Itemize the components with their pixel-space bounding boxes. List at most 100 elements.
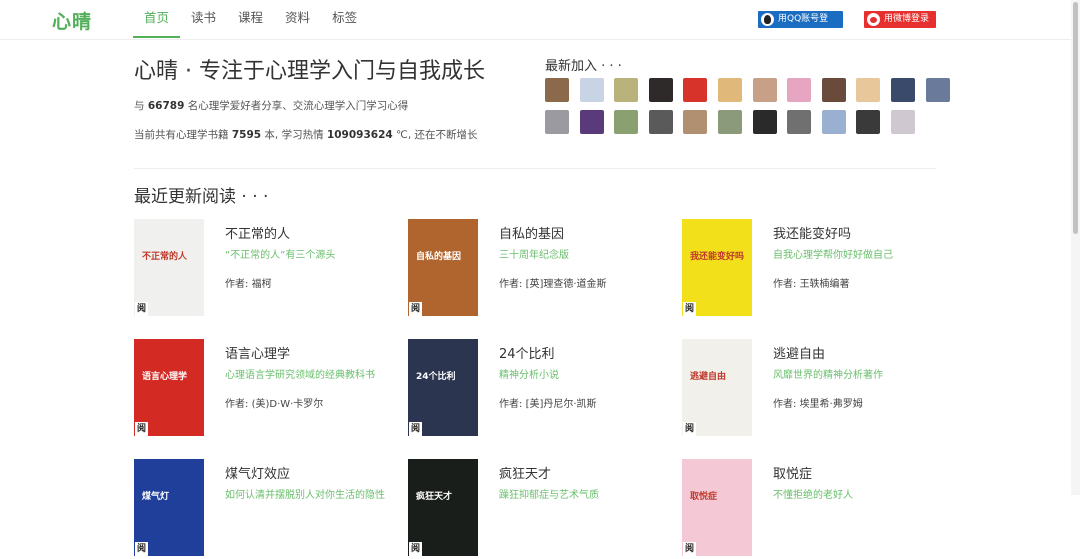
read-badge: 阅: [683, 422, 696, 436]
book-cover[interactable]: 煤气灯阅: [134, 459, 204, 556]
member-avatar[interactable]: [787, 110, 812, 134]
section-divider: [134, 168, 936, 169]
member-count: 66789: [147, 100, 185, 112]
member-avatar[interactable]: [648, 78, 673, 102]
cover-title: 语言心理学: [142, 372, 188, 382]
nav-item[interactable]: 读书: [180, 0, 227, 38]
site-logo[interactable]: 心晴: [52, 7, 92, 34]
book-author: 作者: [美]丹尼尔·凯斯: [499, 399, 597, 410]
book-subtitle: 如何认清并摆脱别人对你生活的隐性: [225, 490, 385, 501]
book-title[interactable]: 取悦症: [773, 463, 812, 482]
member-avatar[interactable]: [545, 78, 569, 102]
member-avatar[interactable]: [579, 110, 604, 134]
book-cover[interactable]: 语言心理学阅: [134, 339, 204, 436]
book-subtitle: 三十周年纪念版: [499, 250, 569, 261]
nav-item[interactable]: 资料: [274, 0, 321, 38]
read-badge: 阅: [409, 542, 422, 556]
book-stats: 当前共有心理学书籍 7595 本, 学习热情 109093624 ℃, 还在不断…: [134, 129, 478, 141]
nav-item[interactable]: 课程: [227, 0, 274, 38]
cover-title: 煤气灯: [142, 492, 170, 502]
member-avatar[interactable]: [648, 110, 673, 134]
book-card[interactable]: 24个比利阅 24个比利 精神分析小说 作者: [美]丹尼尔·凯斯: [408, 339, 668, 439]
member-avatar[interactable]: [787, 78, 812, 102]
book-subtitle: 不懂拒绝的老好人: [773, 490, 853, 501]
read-badge: 阅: [135, 422, 148, 436]
member-avatar[interactable]: [718, 110, 742, 134]
book-cover[interactable]: 逃避自由阅: [682, 339, 752, 436]
top-bar: 心晴 首页 读书 课程 资料 标签 用QQ账号登录 用微博登录: [0, 0, 1080, 41]
new-members-title: 最新加入 · · ·: [545, 59, 622, 74]
nav-item[interactable]: 标签: [321, 0, 368, 38]
main-nav: 首页 读书 课程 资料 标签: [133, 0, 368, 40]
book-subtitle: 躁狂抑郁症与艺术气质: [499, 490, 599, 501]
read-badge: 阅: [135, 302, 148, 316]
cover-title: 不正常的人: [142, 252, 188, 262]
book-cover[interactable]: 我还能变好吗阅: [682, 219, 752, 316]
book-card[interactable]: 自私的基因阅自私的基因 三十周年纪念版 作者: [英]理查德·道金斯: [408, 219, 668, 319]
nav-item[interactable]: 首页: [133, 0, 181, 38]
book-author: 作者: 福柯: [225, 279, 272, 290]
member-avatar[interactable]: [821, 78, 846, 102]
member-avatar[interactable]: [891, 110, 915, 134]
book-title[interactable]: 逃避自由: [773, 343, 825, 362]
book-subtitle: 心理语言学研究领域的经典教科书: [225, 370, 375, 381]
member-stats: 与 66789 名心理学爱好者分享、交流心理学入门学习心得: [134, 100, 409, 112]
cover-title: 疯狂天才: [416, 492, 453, 502]
read-badge: 阅: [683, 302, 696, 316]
member-avatar[interactable]: [821, 110, 846, 134]
book-card[interactable]: 不正常的人阅不正常的人 “不正常的人”有三个源头 作者: 福柯: [134, 219, 394, 319]
weibo-icon: [867, 13, 880, 26]
book-subtitle: 自我心理学帮你好好做自己: [773, 250, 893, 261]
book-card[interactable]: 我还能变好吗阅我还能变好吗 自我心理学帮你好好做自己 作者: 王轶楠编著: [682, 219, 942, 319]
read-badge: 阅: [409, 422, 422, 436]
member-avatar[interactable]: [614, 110, 639, 134]
member-avatar[interactable]: [579, 78, 604, 102]
book-title[interactable]: 不正常的人: [225, 223, 290, 242]
book-subtitle: 精神分析小说: [499, 370, 559, 381]
book-title[interactable]: 我还能变好吗: [773, 223, 851, 242]
book-card[interactable]: 疯狂天才阅疯狂天才 躁狂抑郁症与艺术气质: [408, 459, 668, 559]
member-avatar[interactable]: [752, 78, 777, 102]
book-card[interactable]: 取悦症阅取悦症 不懂拒绝的老好人: [682, 459, 942, 559]
book-title[interactable]: 语言心理学: [225, 343, 290, 362]
member-avatar[interactable]: [752, 110, 777, 134]
book-card[interactable]: 语言心理学阅语言心理学 心理语言学研究领域的经典教科书 作者: (美)D·W·卡罗尔: [134, 339, 394, 439]
book-cover[interactable]: 自私的基因阅: [408, 219, 478, 316]
book-title[interactable]: 自私的基因: [499, 223, 564, 242]
cover-title: 逃避自由: [690, 372, 727, 382]
cover-title: 取悦症: [690, 492, 718, 502]
member-avatar[interactable]: [545, 110, 569, 134]
read-badge: 阅: [135, 542, 148, 556]
member-avatar[interactable]: [856, 110, 881, 134]
book-subtitle: “不正常的人”有三个源头: [225, 250, 336, 261]
book-title[interactable]: 煤气灯效应: [225, 463, 290, 482]
book-cover[interactable]: 24个比利阅: [408, 339, 478, 436]
book-cover[interactable]: 不正常的人阅: [134, 219, 204, 316]
member-avatar[interactable]: [856, 78, 881, 102]
page-title: 心晴 · 专注于心理学入门与自我成长: [134, 59, 485, 84]
book-card[interactable]: 煤气灯阅 煤气灯效应如何认清并摆脱别人对你生活的隐性: [134, 459, 394, 559]
book-title[interactable]: 疯狂天才: [499, 463, 551, 482]
recent-reading-title: 最近更新阅读 · · ·: [134, 187, 269, 207]
cover-title: 24个比利: [416, 372, 456, 382]
book-cover[interactable]: 取悦症阅: [682, 459, 752, 556]
book-title[interactable]: 24个比利: [499, 343, 555, 362]
weibo-login-button[interactable]: 用微博登录: [864, 11, 936, 28]
read-badge: 阅: [409, 302, 422, 316]
book-card[interactable]: 逃避自由阅逃避自由 风靡世界的精神分析著作 作者: 埃里希·弗罗姆: [682, 339, 942, 439]
qq-login-label: 用QQ账号登录: [778, 14, 829, 41]
book-cover[interactable]: 疯狂天才阅: [408, 459, 478, 556]
book-author: 作者: 王轶楠编著: [773, 279, 850, 290]
member-avatar[interactable]: [683, 78, 708, 102]
book-author: 作者: [英]理查德·道金斯: [499, 279, 607, 290]
member-avatar[interactable]: [683, 110, 708, 134]
book-subtitle: 风靡世界的精神分析著作: [773, 370, 883, 381]
member-avatar[interactable]: [614, 78, 639, 102]
cover-title: 自私的基因: [416, 252, 462, 262]
scrollbar-thumb[interactable]: [1073, 2, 1078, 234]
qq-login-button[interactable]: 用QQ账号登录: [758, 11, 843, 41]
member-avatar[interactable]: [925, 78, 950, 102]
member-avatar[interactable]: [718, 78, 742, 102]
member-avatar[interactable]: [891, 78, 915, 102]
cover-title: 我还能变好吗: [690, 252, 745, 262]
